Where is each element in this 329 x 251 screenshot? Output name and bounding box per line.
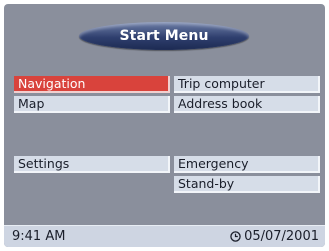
start-menu-panel: Start Menu Navigation Map Settings Trip …	[4, 4, 325, 247]
menu-item-emergency[interactable]: Emergency	[174, 156, 320, 173]
status-date: 05/07/2001	[244, 229, 319, 244]
menu-item-address-book[interactable]: Address book	[174, 96, 320, 113]
menu-item-trip-computer[interactable]: Trip computer	[174, 76, 320, 93]
clock-icon	[230, 231, 241, 242]
screen: Start Menu Navigation Map Settings Trip …	[0, 0, 329, 251]
menu-item-navigation[interactable]: Navigation	[14, 76, 170, 93]
status-date-group: 05/07/2001	[230, 229, 319, 244]
status-time: 9:41 AM	[12, 229, 66, 244]
page-title: Start Menu	[119, 28, 209, 44]
menu-item-settings[interactable]: Settings	[14, 156, 170, 173]
status-bar: 9:41 AM 05/07/2001	[4, 225, 325, 247]
menu-item-map[interactable]: Map	[14, 96, 170, 113]
start-menu-title-banner: Start Menu	[79, 22, 249, 50]
menu-item-stand-by[interactable]: Stand-by	[174, 176, 320, 193]
